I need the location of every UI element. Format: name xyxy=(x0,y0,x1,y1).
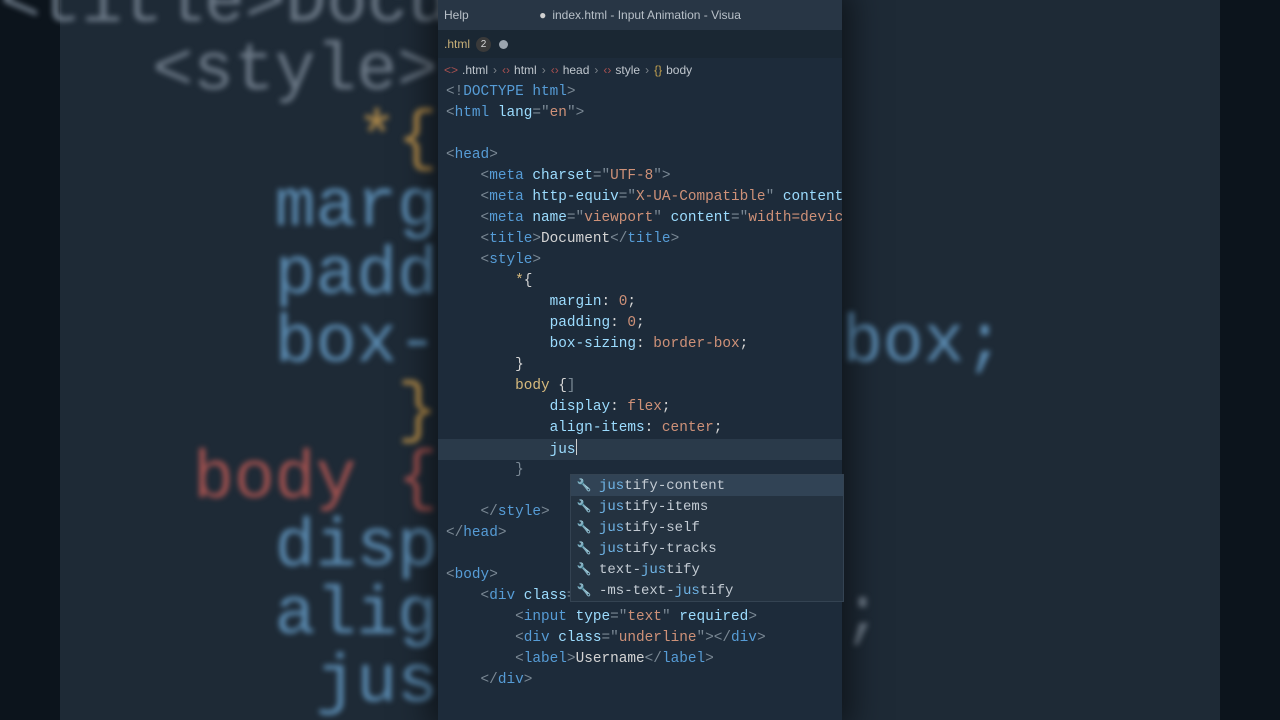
bg-text: padd xyxy=(0,242,438,310)
code-line[interactable] xyxy=(442,124,842,145)
autocomplete-label: justify-items xyxy=(599,499,708,515)
bg-text: <style> xyxy=(0,38,438,106)
code-line[interactable]: <html lang="en"> xyxy=(442,103,842,124)
code-line[interactable]: box-sizing: border-box; xyxy=(442,334,842,355)
tab-problems-badge[interactable]: 2 xyxy=(476,37,491,52)
code-line[interactable]: <input type="text" required> xyxy=(442,607,842,628)
wrench-icon: 🔧 xyxy=(577,562,591,577)
breadcrumb-item[interactable]: ‹› html xyxy=(502,63,537,77)
breadcrumb-label: style xyxy=(615,63,640,77)
file-icon: <> xyxy=(444,63,458,77)
menu-help[interactable]: Help xyxy=(444,8,469,22)
autocomplete-item[interactable]: 🔧 text-justify xyxy=(571,559,843,580)
bg-text: marg xyxy=(0,174,438,242)
brackets-icon: ‹› xyxy=(502,63,510,77)
tab-filename[interactable]: .html xyxy=(444,37,470,51)
bg-text: body { xyxy=(0,446,438,514)
autocomplete-label: justify-tracks xyxy=(599,541,717,557)
window-title: index.html - Input Animation - Visua xyxy=(552,8,741,22)
code-line[interactable]: body {] xyxy=(442,376,842,397)
wrench-icon: 🔧 xyxy=(577,499,591,514)
autocomplete-label: text-justify xyxy=(599,562,700,578)
bg-text xyxy=(842,242,1280,310)
code-line[interactable]: <style> xyxy=(442,250,842,271)
chevron-right-icon: › xyxy=(493,63,497,77)
code-line[interactable]: <div class="underline"></div> xyxy=(442,628,842,649)
bg-text: ; xyxy=(842,582,1280,650)
autocomplete-label: -ms-text-justify xyxy=(599,583,733,599)
autocomplete-item[interactable]: 🔧 justify-self xyxy=(571,517,843,538)
code-line[interactable]: padding: 0; xyxy=(442,313,842,334)
chevron-right-icon: › xyxy=(645,63,649,77)
chevron-right-icon: › xyxy=(594,63,598,77)
autocomplete-label: justify-self xyxy=(599,520,700,536)
breadcrumb-item[interactable]: {} body xyxy=(654,63,692,77)
bg-text: } xyxy=(0,378,438,446)
bg-text xyxy=(842,378,1280,446)
code-line[interactable]: <meta charset="UTF-8"> xyxy=(442,166,842,187)
bg-text xyxy=(842,514,1280,582)
autocomplete-item[interactable]: 🔧 justify-items xyxy=(571,496,843,517)
bg-text xyxy=(842,106,1280,174)
editor-panel: Help ● index.html - Input Animation - Vis… xyxy=(438,0,842,720)
code-line[interactable]: <meta http-equiv="X-UA-Compatible" conte… xyxy=(442,187,842,208)
code-line[interactable]: <label>Username</label> xyxy=(442,649,842,670)
bg-text: box- xyxy=(0,310,438,378)
code-line[interactable]: margin: 0; xyxy=(442,292,842,313)
breadcrumb-label: head xyxy=(563,63,590,77)
breadcrumb-item[interactable]: <> .html xyxy=(444,63,488,77)
braces-icon: {} xyxy=(654,63,662,77)
code-line[interactable]: } xyxy=(442,355,842,376)
code-line[interactable]: align-items: center; xyxy=(442,418,842,439)
tab-dirty-icon xyxy=(499,40,508,49)
bg-text: jus xyxy=(0,650,438,718)
chevron-right-icon: › xyxy=(542,63,546,77)
bg-text: alig xyxy=(0,582,438,650)
bg-text xyxy=(842,650,1280,718)
bg-text: box; xyxy=(842,310,1280,378)
dirty-dot-icon: ● xyxy=(539,8,546,22)
wrench-icon: 🔧 xyxy=(577,541,591,556)
bg-text xyxy=(842,446,1280,514)
autocomplete-popup[interactable]: 🔧 justify-content 🔧 justify-items 🔧 justify-s… xyxy=(570,474,844,602)
breadcrumb-label: .html xyxy=(462,63,488,77)
autocomplete-label: justify-content xyxy=(599,478,725,494)
bg-text xyxy=(842,0,1280,38)
brackets-icon: ‹› xyxy=(603,63,611,77)
code-line[interactable]: <!DOCTYPE html> xyxy=(442,82,842,103)
autocomplete-item[interactable]: 🔧 justify-content xyxy=(571,475,843,496)
bg-text xyxy=(842,38,1280,106)
autocomplete-item[interactable]: 🔧 justify-tracks xyxy=(571,538,843,559)
breadcrumb-label: body xyxy=(666,63,692,77)
code-line[interactable]: <head> xyxy=(442,145,842,166)
code-line[interactable]: display: flex; xyxy=(442,397,842,418)
code-line[interactable]: </div> xyxy=(442,670,842,691)
brackets-icon: ‹› xyxy=(551,63,559,77)
autocomplete-item[interactable]: 🔧 -ms-text-justify xyxy=(571,580,843,601)
window-titlebar: Help ● index.html - Input Animation - Vis… xyxy=(438,0,842,30)
wrench-icon: 🔧 xyxy=(577,583,591,598)
breadcrumb-item[interactable]: ‹› head xyxy=(551,63,590,77)
bg-text: disp xyxy=(0,514,438,582)
breadcrumb-item[interactable]: ‹› style xyxy=(603,63,640,77)
wrench-icon: 🔧 xyxy=(577,478,591,493)
code-line[interactable]: jus xyxy=(442,439,842,460)
wrench-icon: 🔧 xyxy=(577,520,591,535)
code-line[interactable]: *{ xyxy=(442,271,842,292)
bg-text xyxy=(842,174,1280,242)
code-line[interactable]: <meta name="viewport" content="width=dev… xyxy=(442,208,842,229)
breadcrumb-label: html xyxy=(514,63,537,77)
code-line[interactable]: <title>Document</title> xyxy=(442,229,842,250)
tab-bar: .html 2 xyxy=(438,30,842,58)
text-caret xyxy=(576,439,577,455)
breadcrumbs[interactable]: <> .html › ‹› html › ‹› head › ‹› style › {} body xyxy=(438,58,842,82)
bg-text: *{ xyxy=(0,106,438,174)
